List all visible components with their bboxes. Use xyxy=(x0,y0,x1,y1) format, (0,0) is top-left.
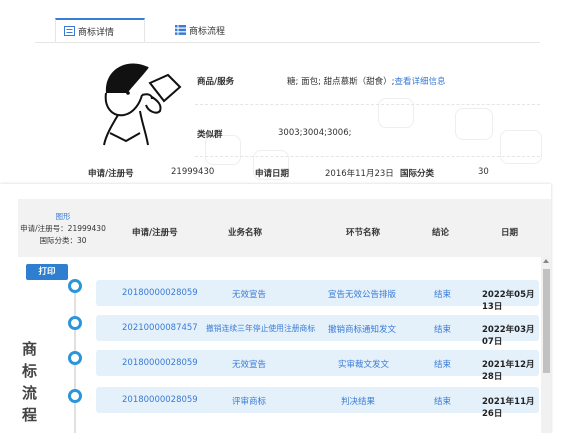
flow-table-header: 图形 申请/注册号：21999430 国际分类：30 申请/注册号 业务名称 环… xyxy=(18,199,551,257)
watermark-stamp xyxy=(500,130,542,164)
table-row[interactable]: 20180000028059 评审商标 判决结果 结束 2021年11月26日 xyxy=(96,387,539,419)
reg-no-cell[interactable]: 20180000028059 xyxy=(122,288,198,298)
result-cell: 结束 xyxy=(434,290,452,300)
tab-bar: 商标详情 商标流程 xyxy=(35,18,540,43)
goods-services-value: 糖; 面包; 甜点慕斯（甜食）;查看详细信息 xyxy=(287,75,446,87)
timeline-node xyxy=(68,351,82,365)
business-cell: 无效宣告 xyxy=(232,360,267,370)
step-cell: 判决结果 xyxy=(341,397,376,407)
col-header-step: 环节名称 xyxy=(346,228,381,238)
date-cell: 2021年12月28日 xyxy=(482,360,535,382)
step-cell: 宣告无效公告排版 xyxy=(328,290,397,300)
flow-info-block: 图形 申请/注册号：21999430 国际分类：30 xyxy=(0,211,126,247)
business-cell: 评审商标 xyxy=(232,397,267,407)
col-header-result: 结论 xyxy=(432,228,450,238)
table-row[interactable]: 20180000028059 无效宣告 实审裁文发文 结束 2021年12月28… xyxy=(96,350,539,382)
business-cell: 无效宣告 xyxy=(232,290,267,300)
flow-list-icon xyxy=(175,25,186,35)
print-button[interactable]: 打印 xyxy=(26,264,68,280)
date-cell: 2022年03月07日 xyxy=(482,325,535,347)
tab-label: 商标详情 xyxy=(78,27,115,38)
timeline-node xyxy=(68,316,82,330)
class-info: 国际分类：30 xyxy=(39,236,87,245)
tab-trademark-detail[interactable]: 商标详情 xyxy=(55,18,145,42)
col-header-reg-no: 申请/注册号 xyxy=(132,228,178,238)
goods-services-label: 商品/服务 xyxy=(197,77,235,87)
reg-no-cell[interactable]: 20210000087457 xyxy=(122,323,198,333)
tab-trademark-flow[interactable]: 商标流程 xyxy=(175,18,265,42)
result-cell: 结束 xyxy=(434,397,452,407)
goods-services-text: 糖; 面包; 甜点慕斯（甜食）; xyxy=(287,77,395,87)
col-header-date: 日期 xyxy=(501,228,519,238)
watermark-stamp xyxy=(455,108,493,140)
detail-list-icon xyxy=(64,26,75,36)
col-header-business: 业务名称 xyxy=(228,228,263,238)
intl-class-label: 国际分类 xyxy=(400,169,435,179)
step-cell: 撤销商标通知发文 xyxy=(328,325,397,335)
scrollbar-thumb[interactable] xyxy=(543,269,550,373)
date-cell: 2022年05月13日 xyxy=(482,290,535,312)
date-cell: 2021年11月26日 xyxy=(482,397,535,419)
reg-no-cell[interactable]: 20180000028059 xyxy=(122,395,198,405)
similar-group-value: 3003;3004;3006; xyxy=(278,128,352,138)
apply-date-value: 2016年11月23日 xyxy=(325,169,394,179)
step-cell: 实审裁文发文 xyxy=(338,360,390,370)
table-row[interactable]: 20180000028059 无效宣告 宣告无效公告排版 结束 2022年05月… xyxy=(96,280,539,312)
result-cell: 结束 xyxy=(434,360,452,370)
similar-group-label: 类似群 xyxy=(197,130,223,140)
scroll-up-arrow-icon[interactable] xyxy=(543,259,549,263)
table-row[interactable]: 20210000087457 撤销连续三年停止使用注册商标 撤销商标通知发文 结… xyxy=(96,315,539,347)
reg-no-cell[interactable]: 20180000028059 xyxy=(122,358,198,368)
intl-class-value: 30 xyxy=(478,167,489,177)
timeline-node xyxy=(68,389,82,403)
divider xyxy=(195,104,540,105)
result-cell: 结束 xyxy=(434,325,452,335)
watermark-stamp xyxy=(378,98,414,128)
reg-info: 申请/注册号：21999430 xyxy=(20,224,106,233)
apply-date-label: 申请日期 xyxy=(255,169,290,179)
view-details-link[interactable]: 查看详细信息 xyxy=(395,77,446,87)
flow-vertical-title: 商 标 流 程 xyxy=(22,340,38,424)
timeline-node xyxy=(68,279,82,293)
divider xyxy=(195,156,540,157)
reg-no-value: 21999430 xyxy=(171,167,215,177)
trademark-image xyxy=(90,53,186,149)
image-type-label: 图形 xyxy=(55,212,71,221)
tab-label: 商标流程 xyxy=(189,26,226,37)
reg-no-label: 申请/注册号 xyxy=(88,169,134,179)
business-cell: 撤销连续三年停止使用注册商标 xyxy=(206,324,316,333)
